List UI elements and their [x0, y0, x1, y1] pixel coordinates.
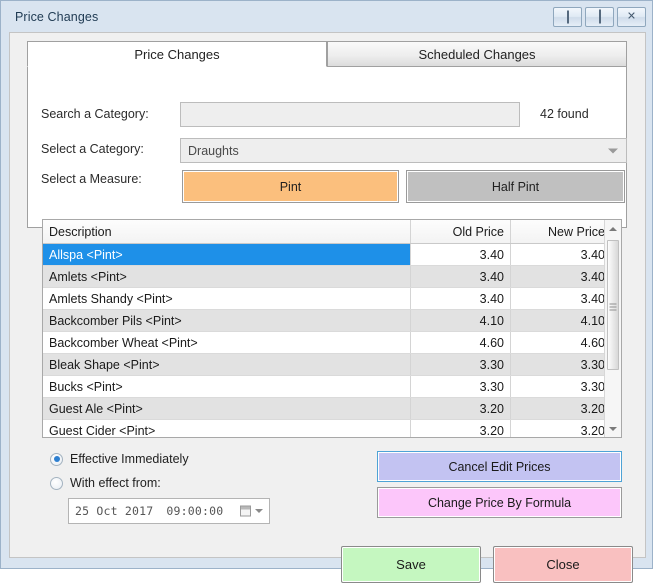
category-combobox-value: Draughts [188, 143, 239, 158]
table-row[interactable]: Bucks <Pint> 3.30 3.30 [43, 376, 621, 398]
radio-with-effect-from-label: With effect from: [70, 476, 161, 490]
chevron-down-icon [608, 148, 618, 153]
cell-description: Backcomber Wheat <Pint> [43, 332, 411, 353]
cell-description: Backcomber Pils <Pint> [43, 310, 411, 331]
measure-button-pint[interactable]: Pint [182, 170, 399, 203]
cell-old-price: 3.20 [411, 398, 511, 419]
table-row[interactable]: Bleak Shape <Pint> 3.30 3.30 [43, 354, 621, 376]
caret-down-icon [609, 426, 617, 431]
title-bar: Price Changes ✕ [9, 6, 646, 31]
cell-new-price[interactable]: 4.60 [511, 332, 611, 353]
maximize-button[interactable] [585, 7, 614, 27]
maximize-icon [598, 9, 601, 24]
found-count-text: 42 found [540, 107, 589, 121]
save-button[interactable]: Save [341, 546, 481, 583]
table-row[interactable]: Amlets Shandy <Pint> 3.40 3.40 [43, 288, 621, 310]
radio-effective-immediately-icon [50, 452, 63, 466]
cell-description: Allspa <Pint> [43, 244, 411, 265]
cell-old-price: 4.60 [411, 332, 511, 353]
close-dialog-button-label: Close [546, 557, 580, 572]
price-grid[interactable]: Description Old Price New Price Allspa <… [42, 219, 622, 438]
tab-scheduled-changes[interactable]: Scheduled Changes [327, 41, 627, 67]
grip-icon [609, 302, 617, 311]
price-changes-window: Price Changes ✕ Price Changes Scheduled … [0, 0, 653, 583]
table-row[interactable]: Guest Ale <Pint> 3.20 3.20 [43, 398, 621, 420]
cell-description: Bleak Shape <Pint> [43, 354, 411, 375]
radio-with-effect-from-icon [50, 476, 63, 490]
cancel-edit-prices-label: Cancel Edit Prices [448, 459, 551, 474]
scroll-down-button[interactable] [605, 420, 621, 437]
table-row[interactable]: Amlets <Pint> 3.40 3.40 [43, 266, 621, 288]
minimize-button[interactable] [553, 7, 582, 27]
cell-old-price: 3.40 [411, 288, 511, 309]
cell-description: Amlets <Pint> [43, 266, 411, 287]
column-header-old-price[interactable]: Old Price [411, 220, 511, 243]
window-controls: ✕ [553, 7, 646, 27]
measure-button-pint-label: Pint [279, 179, 302, 194]
scrollbar-thumb[interactable] [607, 240, 619, 370]
client-area: Price Changes Scheduled Changes Search a… [9, 32, 646, 583]
close-dialog-button[interactable]: Close [493, 546, 633, 583]
cell-new-price[interactable]: 3.40 [511, 266, 611, 287]
cell-new-price[interactable]: 3.20 [511, 420, 611, 438]
column-header-description[interactable]: Description [43, 220, 411, 243]
cell-old-price: 3.40 [411, 266, 511, 287]
table-row[interactable]: Allspa <Pint> 3.40 3.40 [43, 244, 621, 266]
cell-old-price: 3.30 [411, 354, 511, 375]
tab-price-changes-label: Price Changes [134, 46, 220, 62]
table-row[interactable]: Guest Cider <Pint> 3.20 3.20 [43, 420, 621, 438]
radio-effective-immediately-label: Effective Immediately [70, 452, 189, 466]
grid-vertical-scrollbar[interactable] [604, 220, 621, 437]
cell-new-price[interactable]: 3.40 [511, 244, 611, 265]
cell-old-price: 3.20 [411, 420, 511, 437]
close-icon: ✕ [626, 10, 637, 23]
radio-with-effect-from[interactable]: With effect from: [50, 476, 161, 490]
grid-body: Allspa <Pint> 3.40 3.40 Amlets <Pint> 3.40 3.… [43, 244, 621, 438]
grid-header-row: Description Old Price New Price [43, 220, 621, 244]
cell-description: Amlets Shandy <Pint> [43, 288, 411, 309]
cell-old-price: 3.30 [411, 376, 511, 397]
effective-date-value: 25 Oct 2017 [75, 504, 154, 518]
cell-new-price[interactable]: 4.10 [511, 310, 611, 331]
category-combobox[interactable]: Draughts [180, 138, 627, 163]
radio-effective-immediately[interactable]: Effective Immediately [50, 452, 189, 466]
minimize-icon [566, 10, 569, 24]
effective-time-value: 09:00:00 [166, 504, 224, 518]
cell-new-price[interactable]: 3.20 [511, 398, 611, 419]
cell-new-price[interactable]: 3.30 [511, 376, 611, 397]
tab-price-changes[interactable]: Price Changes [27, 41, 327, 67]
measure-button-half-pint[interactable]: Half Pint [406, 170, 625, 203]
cell-description: Bucks <Pint> [43, 376, 411, 397]
search-category-input[interactable] [180, 102, 520, 127]
cell-new-price[interactable]: 3.40 [511, 288, 611, 309]
caret-up-icon [609, 226, 617, 231]
cell-old-price: 3.40 [411, 244, 511, 265]
close-button[interactable]: ✕ [617, 7, 646, 27]
select-category-label: Select a Category: [41, 142, 144, 156]
select-measure-label: Select a Measure: [41, 172, 142, 186]
change-price-by-formula-button[interactable]: Change Price By Formula [377, 487, 622, 518]
cell-description: Guest Cider <Pint> [43, 420, 411, 437]
save-button-label: Save [396, 557, 426, 572]
table-row[interactable]: Backcomber Pils <Pint> 4.10 4.10 [43, 310, 621, 332]
column-header-new-price[interactable]: New Price [511, 220, 611, 243]
change-price-by-formula-label: Change Price By Formula [427, 495, 572, 510]
chevron-down-icon[interactable] [255, 509, 263, 513]
effective-datetime-picker[interactable]: 25 Oct 2017 09:00:00 [68, 498, 270, 524]
tab-strip: Price Changes Scheduled Changes [27, 41, 627, 67]
cell-new-price[interactable]: 3.30 [511, 354, 611, 375]
tab-scheduled-changes-label: Scheduled Changes [418, 46, 536, 62]
table-row[interactable]: Backcomber Wheat <Pint> 4.60 4.60 [43, 332, 621, 354]
search-category-label: Search a Category: [41, 107, 149, 121]
window-title: Price Changes [15, 10, 99, 24]
cell-old-price: 4.10 [411, 310, 511, 331]
cancel-edit-prices-button[interactable]: Cancel Edit Prices [377, 451, 622, 482]
scroll-up-button[interactable] [605, 220, 621, 237]
cell-description: Guest Ale <Pint> [43, 398, 411, 419]
calendar-icon[interactable] [240, 505, 251, 517]
measure-button-half-pint-label: Half Pint [491, 179, 540, 194]
